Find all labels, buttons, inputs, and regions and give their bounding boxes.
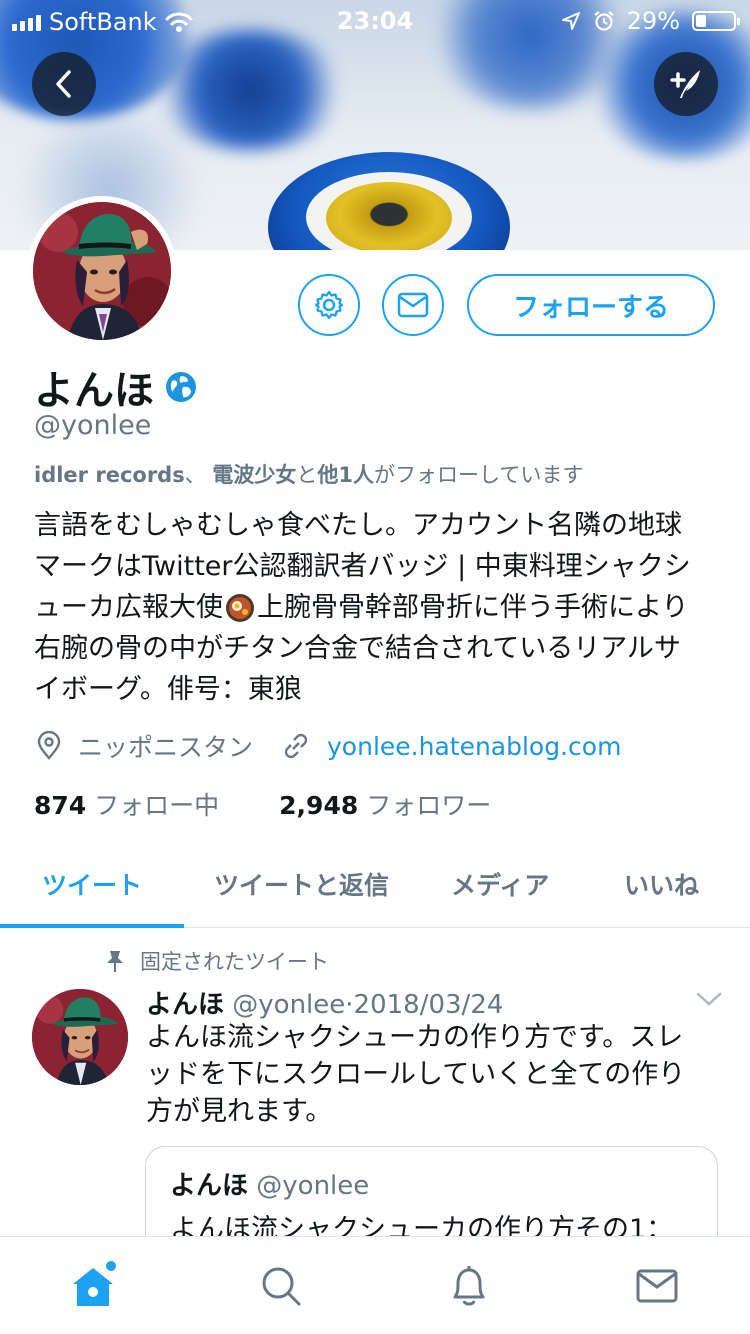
tab-tweets-and-replies[interactable]: ツイートと返信 [214, 840, 389, 928]
profile-name-row: よんほ [34, 358, 198, 416]
banner-evil-eye-bead [268, 152, 510, 250]
pinned-indicator: 固定されたツイート [104, 946, 329, 976]
tab-tweets[interactable]: ツイート [42, 840, 142, 928]
following-count-link[interactable]: 874 フォロー中 [34, 786, 219, 822]
nav-home[interactable] [66, 1259, 120, 1313]
tab-likes[interactable]: いいね [624, 840, 699, 928]
search-icon [262, 1267, 301, 1306]
quoted-author: よんほ [170, 1171, 249, 1201]
profile-avatar[interactable] [27, 196, 177, 346]
mail-icon [636, 1269, 678, 1303]
nav-messages[interactable] [630, 1259, 684, 1313]
quoted-tweet-header: よんほ @yonlee [170, 1165, 369, 1202]
website-link[interactable]: yonlee.hatenablog.com [327, 732, 621, 761]
settings-button[interactable] [298, 274, 360, 336]
bottom-tab-bar [0, 1236, 750, 1334]
follow-counts: 874 フォロー中 2,948 フォロワー [34, 786, 491, 822]
link-icon [284, 733, 308, 759]
avatar-illustration [32, 989, 128, 1085]
tweet-avatar[interactable] [32, 989, 128, 1085]
follower-others-link[interactable]: 他1人 [317, 463, 374, 487]
pin-icon [107, 951, 123, 972]
mail-icon [397, 292, 429, 318]
globe-badge-icon [166, 372, 196, 402]
battery-level [696, 15, 707, 27]
battery-percent: 29% [626, 7, 680, 35]
tweet-handle: @yonlee [232, 990, 346, 1020]
bell-icon [453, 1266, 485, 1306]
pinned-label: 固定されたツイート [140, 950, 329, 974]
shakshuka-emoji-icon [226, 593, 254, 622]
profile-handle: @yonlee [34, 410, 152, 441]
home-icon [73, 1261, 116, 1306]
location-pin-icon [37, 731, 61, 760]
display-name: よんほ [34, 368, 154, 414]
profile-meta: ニッポニスタン yonlee.hatenablog.com [34, 728, 621, 764]
nav-search[interactable] [254, 1259, 308, 1313]
tweet-text[interactable]: よんほ流シャクシューカの作り方です。スレ ッドを下にスクロールしていくと全ての作… [146, 1019, 716, 1130]
follower-link-1[interactable]: idler records [34, 463, 185, 487]
tweet-author[interactable]: よんほ [146, 990, 224, 1020]
avatar-illustration [33, 202, 171, 340]
tweet-header: よんほ @yonlee·2018/03/24 [146, 990, 504, 1020]
chevron-left-icon [56, 70, 71, 98]
status-bar: SoftBank 23:04 29% [0, 0, 750, 40]
gear-icon [314, 290, 344, 320]
followed-by-text[interactable]: idler records、 電波少女と他1人がフォローしています [34, 459, 583, 489]
profile-bio: 言語をむしゃむしゃ食べたし。アカウント名隣の地球 マークはTwitter公認翻訳… [34, 510, 691, 705]
followers-count-link[interactable]: 2,948 フォロワー [279, 786, 491, 822]
back-button[interactable] [32, 52, 96, 116]
alarm-icon [593, 11, 614, 31]
follower-link-2[interactable]: 電波少女 [212, 463, 296, 487]
compose-icon [670, 70, 700, 98]
battery-icon [692, 11, 740, 31]
active-tab-indicator [0, 924, 184, 928]
follow-button[interactable]: フォローする [467, 274, 715, 336]
quoted-handle: @yonlee [256, 1171, 370, 1201]
chevron-down-icon[interactable] [695, 990, 723, 1008]
message-button[interactable] [382, 274, 444, 336]
tweet-date[interactable]: 2018/03/24 [354, 990, 504, 1020]
tab-media[interactable]: メディア [451, 840, 549, 928]
location-text: ニッポニスタン [78, 733, 254, 762]
nav-notifications[interactable] [442, 1259, 496, 1313]
profile-tabs: ツイート ツイートと返信 メディア いいね [0, 840, 750, 928]
compose-button[interactable] [654, 52, 718, 116]
location-arrow-icon [561, 12, 580, 30]
